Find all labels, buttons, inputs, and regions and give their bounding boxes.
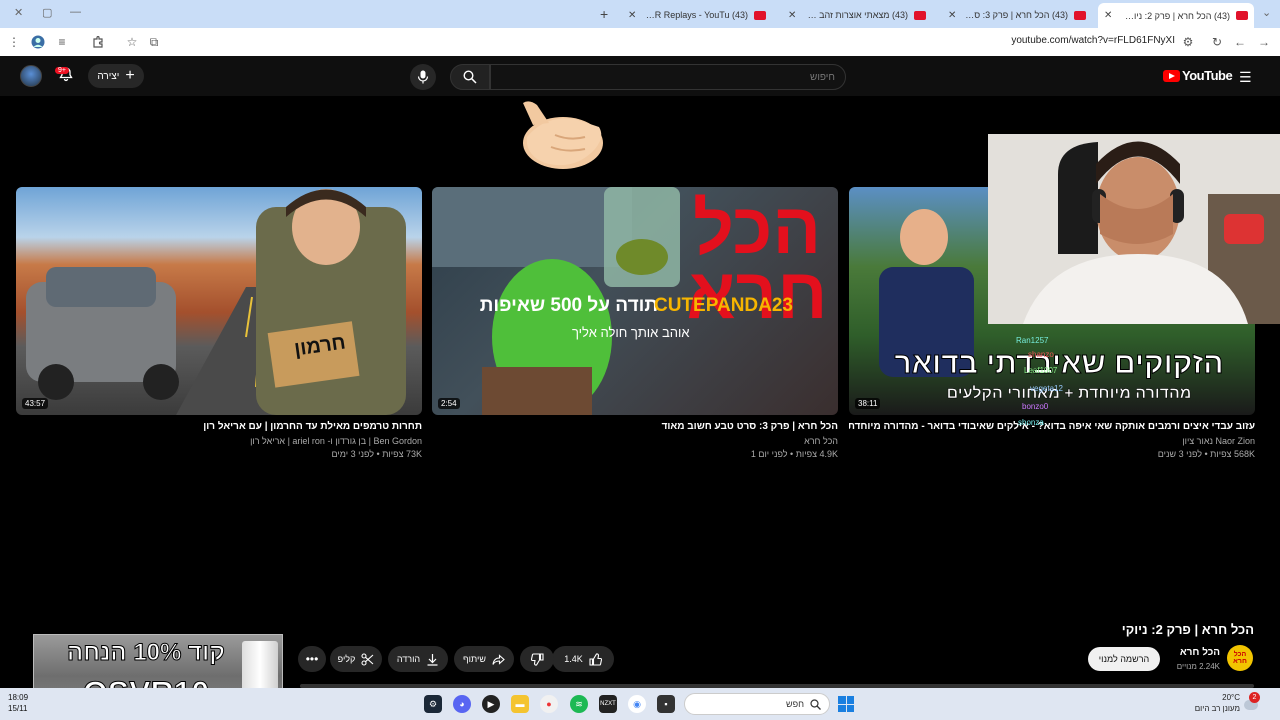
tab-search-icon[interactable]: ⌄ [1262, 6, 1271, 19]
video-meta: 73K צפיות • לפני 3 ימים [331, 449, 423, 459]
spotify-icon[interactable]: ≋ [570, 695, 588, 713]
video-duration: 2:54 [438, 398, 460, 409]
taskbar-clock[interactable]: 18:09 15/11 [8, 692, 28, 714]
terminal-icon[interactable]: ▪ [657, 695, 675, 713]
youtube-play-icon [1163, 69, 1180, 82]
download-icon [427, 653, 438, 666]
thumbnail-art [26, 189, 406, 415]
search-icon [810, 698, 821, 710]
browser-tab[interactable]: (43) מצאתי אוצרות זהב עם גל ✕ [782, 4, 932, 26]
search-input[interactable] [490, 64, 846, 90]
search-button[interactable] [450, 64, 490, 90]
video-title[interactable]: תחרות טרמפים מאילת עד החרמון | עם אריאל … [16, 421, 422, 432]
dislike-button[interactable] [520, 646, 554, 672]
thumbnail-overlay-name: CUTEPANDA23 [654, 295, 794, 316]
video-channel[interactable]: Naor Zion נאור ציון [849, 436, 1255, 446]
close-tab-icon[interactable]: ✕ [1104, 10, 1112, 21]
taskbar-search[interactable]: חפש [684, 693, 830, 715]
share-button[interactable]: שיתוף [454, 646, 514, 672]
close-tab-icon[interactable]: ✕ [628, 10, 636, 21]
minimize-window-icon[interactable]: — [70, 6, 81, 18]
create-button[interactable]: יצירה + [88, 64, 144, 88]
youtube-favicon-icon [914, 10, 926, 20]
stream-chat-overlay: Ran1257 shanzo Leaf1007 vegeta12 bonzo0 … [1016, 336, 1063, 427]
browser-tab-active[interactable]: (43) הכל חרא | פרק 2: ניוקי - Yo ✕ [1098, 3, 1254, 28]
search-icon [463, 70, 477, 84]
video-meta: 4.9K צפיות • לפני יום 1 [750, 449, 838, 459]
weather-widget[interactable]: 20°C מעונן רב היום [1195, 692, 1240, 714]
reading-list-icon[interactable]: ≡ [54, 34, 70, 50]
pointing-hand-icon [523, 101, 603, 169]
new-tab-icon[interactable]: + [600, 6, 608, 22]
channel-avatar[interactable]: הכל חרא [1227, 645, 1253, 671]
address-bar[interactable]: youtube.com/watch?v=rFLD61FNyXI [880, 35, 1175, 46]
thumbnail-overlay-text: תודה על 500 שאיפות [479, 295, 658, 316]
steam-icon[interactable]: ⚙ [424, 695, 442, 713]
browser-tab-bar: ✕ ▢ — + (43) OdedSVR Replays - YouTu ✕ (… [0, 0, 1280, 28]
microphone-icon [417, 70, 429, 84]
video-thumbnail[interactable]: הכל חרא תודה על 500 שאיפות CUTEPANDA23 א… [432, 187, 838, 415]
reload-icon[interactable]: ↻ [1209, 34, 1225, 50]
browser-menu-icon[interactable]: ⋮ [6, 34, 22, 50]
nzxt-icon[interactable]: NZXT [599, 695, 617, 713]
extensions-icon[interactable] [90, 34, 106, 50]
browser-toolbar: ⋮ ≡ ☆ ⧉ youtube.com/watch?v=rFLD61FNyXI … [0, 28, 1280, 56]
thumbs-down-icon [530, 652, 544, 666]
plus-icon: + [125, 67, 135, 84]
more-actions-button[interactable]: ••• [298, 646, 326, 672]
youtube-favicon-icon [1236, 11, 1248, 20]
thumbnail-overlay-subtext: אוהב אותך חולה אליך [572, 325, 690, 340]
share-icon [492, 653, 505, 665]
share-page-icon[interactable]: ⧉ [146, 34, 162, 50]
video-thumbnail[interactable]: חרמון 43:57 [16, 187, 422, 415]
video-channel[interactable]: Ben Gordon | בן גורדון ו- ariel ron | אר… [16, 436, 422, 446]
youtube-favicon-icon [1074, 10, 1086, 20]
like-button[interactable]: 1.4K [552, 646, 614, 672]
video-page-title: הכל חרא | פרק 2: ניוקי [1121, 622, 1254, 637]
subscribe-button[interactable]: הרשמה למנוי [1088, 647, 1160, 671]
bookmark-star-icon[interactable]: ☆ [124, 34, 140, 50]
video-card[interactable]: הכל חרא תודה על 500 שאיפות CUTEPANDA23 א… [432, 187, 838, 459]
chrome-icon[interactable]: ◉ [628, 695, 646, 713]
close-window-icon[interactable]: ✕ [14, 6, 23, 19]
file-explorer-icon[interactable]: ▬ [511, 695, 529, 713]
video-meta: 568K צפיות • לפני 3 שנים [1157, 449, 1255, 459]
voice-search-button[interactable] [410, 64, 436, 90]
scissors-icon [361, 652, 374, 666]
video-title[interactable]: הכל חרא | פרק 3: סרט טבע חשוב מאוד [432, 421, 838, 432]
close-tab-icon[interactable]: ✕ [948, 10, 956, 21]
promo-discount-text: קוד 10% הנחה [67, 639, 226, 667]
video-duration: 38:11 [855, 398, 881, 409]
youtube-logo[interactable]: YouTube [1163, 68, 1233, 83]
hamburger-menu-icon[interactable]: ☰ [1239, 69, 1252, 86]
clip-button[interactable]: קליפ [330, 646, 382, 672]
channel-name[interactable]: הכל חרא [1180, 647, 1220, 658]
media-player-icon[interactable]: ▶ [482, 695, 500, 713]
forward-icon[interactable]: ← [1232, 34, 1248, 50]
browser-app-icon[interactable]: ● [540, 695, 558, 713]
video-channel[interactable]: הכל חרא [432, 436, 838, 446]
subscriber-count: 2.24K מנויים [1176, 662, 1220, 671]
browser-tab[interactable]: (43) OdedSVR Replays - YouTu ✕ [622, 4, 772, 26]
thumbs-up-icon [589, 652, 602, 666]
youtube-favicon-icon [754, 10, 766, 20]
profile-icon[interactable] [30, 34, 46, 50]
notification-count-badge: 9+ [55, 67, 69, 74]
video-card[interactable]: חרמון 43:57 תחרות טרמפים מאילת עד החרמון… [16, 187, 422, 459]
windows-start-icon[interactable] [838, 696, 854, 712]
avatar[interactable] [20, 65, 42, 87]
maximize-window-icon[interactable]: ▢ [42, 6, 52, 19]
download-button[interactable]: הורדה [388, 646, 448, 672]
site-settings-icon[interactable]: ⚙ [1180, 34, 1196, 50]
more-horizontal-icon: ••• [305, 652, 319, 666]
discord-icon[interactable]: ◕ [453, 695, 471, 713]
weather-alert-badge: 2 [1249, 692, 1260, 703]
video-duration: 43:57 [22, 398, 49, 409]
close-tab-icon[interactable]: ✕ [788, 10, 796, 21]
browser-tab[interactable]: (43) הכל חרא | פרק 3: סרט טב ✕ [942, 4, 1092, 26]
webcam-overlay [988, 134, 1280, 324]
back-icon[interactable]: → [1256, 34, 1272, 50]
